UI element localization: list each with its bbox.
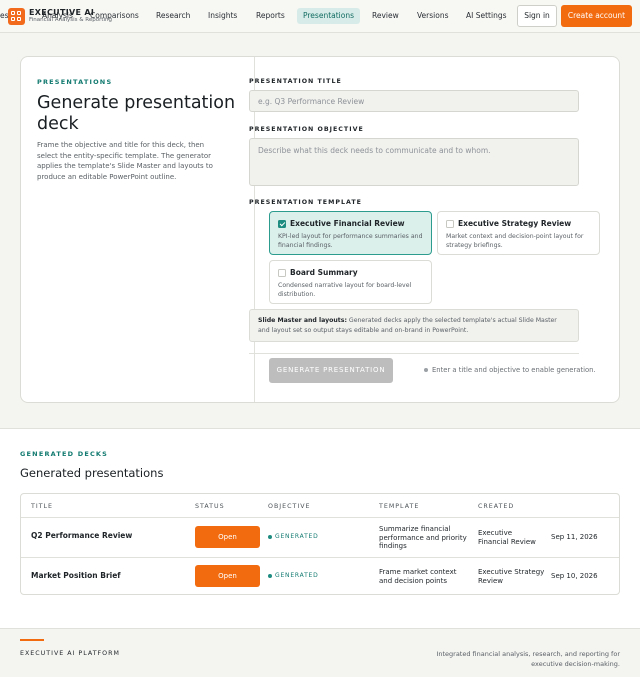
column-header-objective: OBJECTIVE xyxy=(268,503,311,510)
intro-text: Frame the objective and title for this d… xyxy=(37,141,213,181)
section-eyebrow: PRESENTATIONS xyxy=(37,78,113,86)
column-header-title: TITLE xyxy=(31,503,54,510)
row-title: Market Position Brief xyxy=(31,571,121,580)
form-separator xyxy=(249,353,579,354)
generated-title: Generated presentations xyxy=(20,466,164,480)
footer-tagline: Integrated financial analysis, research,… xyxy=(436,650,620,668)
nav-item-insights[interactable]: Insights xyxy=(202,8,243,24)
table-divider xyxy=(21,557,619,558)
template-name: Board Summary xyxy=(290,268,358,277)
generate-presentation-button[interactable]: GENERATE PRESENTATION xyxy=(269,358,393,383)
create-account-button[interactable]: Create account xyxy=(561,5,632,27)
row-objective: Frame market context and decision points xyxy=(379,568,457,585)
status-badge: GENERATED xyxy=(275,533,319,540)
footer-accent-line xyxy=(20,639,44,641)
row-template: Executive Strategy Review xyxy=(478,568,545,585)
template-description: Market context and decision-point layout… xyxy=(446,233,584,249)
template-field-label: PRESENTATION TEMPLATE xyxy=(249,199,362,206)
template-option-board-summary[interactable]: Board Summary Condensed narrative layout… xyxy=(269,260,432,304)
top-navigation-bar: es Analysis EXECUTIVE AI Financial Analy… xyxy=(0,0,640,33)
row-title: Q2 Performance Review xyxy=(31,531,133,540)
open-button[interactable]: Open xyxy=(195,526,260,548)
row-created: Sep 11, 2026 xyxy=(551,533,598,541)
template-option-executive-strategy-review[interactable]: Executive Strategy Review Market context… xyxy=(437,211,600,255)
hint-dot-icon xyxy=(424,368,428,372)
presentation-title-input[interactable] xyxy=(249,90,579,112)
row-objective: Summarize financial performance and prio… xyxy=(379,525,467,550)
sign-in-button[interactable]: Sign in xyxy=(517,5,557,27)
checkbox-checked-icon[interactable] xyxy=(278,220,286,228)
nav-item-review[interactable]: Review xyxy=(366,8,405,24)
row-template: Executive Financial Review xyxy=(478,529,536,546)
template-description: Condensed narrative layout for board-lev… xyxy=(278,282,412,298)
nav-item-comparisons[interactable]: Comparisons xyxy=(84,8,145,24)
generated-presentations-table: TITLE STATUS OBJECTIVE TEMPLATE CREATED … xyxy=(20,493,620,595)
generated-eyebrow: GENERATED DECKS xyxy=(20,450,109,458)
nav-item-versions[interactable]: Versions xyxy=(411,8,455,24)
note-heading: Slide Master and layouts: xyxy=(258,317,347,324)
column-header-status: STATUS xyxy=(195,503,225,510)
checkbox-icon[interactable] xyxy=(446,220,454,228)
footer-brand: EXECUTIVE AI PLATFORM xyxy=(20,650,120,657)
nav-item-research[interactable]: Research xyxy=(150,8,196,24)
footer: EXECUTIVE AI PLATFORM Integrated financi… xyxy=(0,628,640,677)
template-name: Executive Strategy Review xyxy=(458,219,572,228)
template-option-executive-financial-review[interactable]: Executive Financial Review KPI-led layou… xyxy=(269,211,432,255)
nav-item-ai-settings[interactable]: AI Settings xyxy=(460,8,513,24)
logo-icon[interactable] xyxy=(8,8,25,25)
column-header-template: TEMPLATE xyxy=(379,503,420,510)
table-divider xyxy=(21,517,619,518)
column-header-created: CREATED xyxy=(478,503,515,510)
open-button[interactable]: Open xyxy=(195,565,260,587)
slide-master-note: Slide Master and layouts: Generated deck… xyxy=(249,309,579,342)
title-field-label: PRESENTATION TITLE xyxy=(249,78,342,85)
objective-field-label: PRESENTATION OBJECTIVE xyxy=(249,126,364,133)
nav-item-presentations[interactable]: Presentations xyxy=(297,8,361,24)
checkbox-icon[interactable] xyxy=(278,269,286,277)
nav-item-reports[interactable]: Reports xyxy=(250,8,291,24)
template-description: KPI-led layout for performance summaries… xyxy=(278,233,423,249)
generation-hint: Enter a title and objective to enable ge… xyxy=(432,366,596,374)
template-name: Executive Financial Review xyxy=(290,219,405,228)
status-dot-icon xyxy=(268,574,272,578)
status-badge: GENERATED xyxy=(275,572,319,579)
page-title: Generate presentation deck xyxy=(37,93,236,134)
presentation-objective-input[interactable] xyxy=(249,138,579,186)
row-created: Sep 10, 2026 xyxy=(551,572,598,580)
status-dot-icon xyxy=(268,535,272,539)
